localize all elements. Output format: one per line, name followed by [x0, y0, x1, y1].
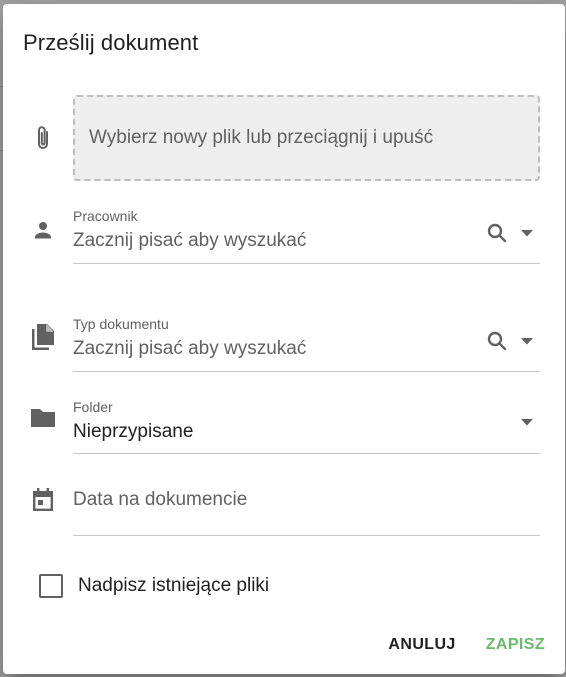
document-type-field[interactable]: Typ dokumentu Zacznij pisać aby wyszukać [73, 314, 540, 372]
folder-field[interactable]: Folder Nieprzypisane [73, 397, 540, 455]
document-type-label: Typ dokumentu [73, 316, 169, 332]
overwrite-option[interactable]: Nadpisz istniejące pliki [39, 574, 269, 598]
person-icon [31, 218, 55, 242]
overwrite-label: Nadpisz istniejące pliki [78, 575, 270, 596]
file-copy-icon [30, 322, 56, 352]
save-button[interactable]: ZAPISZ [486, 632, 545, 658]
document-type-underline [73, 371, 540, 372]
document-type-input[interactable]: Zacznij pisać aby wyszukać [73, 338, 306, 360]
search-icon[interactable] [484, 328, 510, 354]
folder-label: Folder [73, 399, 113, 415]
folder-select[interactable]: Nieprzypisane [73, 421, 193, 443]
paperclip-icon [31, 124, 55, 152]
document-date-underline [73, 535, 540, 536]
caret-down-icon[interactable] [514, 409, 540, 435]
employee-label: Pracownik [73, 208, 138, 224]
cancel-button[interactable]: ANULUJ [388, 632, 455, 658]
file-dropzone[interactable]: Wybierz nowy plik lub przeciągnij i upuś… [73, 95, 540, 181]
dialog-actions: ANULUJ ZAPISZ [388, 632, 545, 658]
employee-input[interactable]: Zacznij pisać aby wyszukać [73, 230, 306, 252]
folder-icon [29, 406, 57, 430]
dropzone-prompt: Wybierz nowy plik lub przeciągnij i upuś… [89, 127, 434, 148]
calendar-icon [30, 487, 56, 513]
caret-down-icon[interactable] [514, 328, 540, 354]
dialog-title: Prześlij dokument [23, 30, 199, 55]
caret-down-icon[interactable] [514, 220, 540, 246]
document-date-field[interactable]: Data na dokumencie [73, 479, 540, 537]
employee-field[interactable]: Pracownik Zacznij pisać aby wyszukać [73, 206, 540, 264]
search-icon[interactable] [484, 220, 510, 246]
employee-underline [73, 263, 540, 264]
overwrite-checkbox[interactable] [39, 574, 63, 598]
folder-underline [73, 453, 540, 454]
document-date-input[interactable]: Data na dokumencie [73, 489, 247, 511]
upload-document-dialog: Prześlij dokument Wybierz nowy plik lub … [3, 4, 565, 674]
